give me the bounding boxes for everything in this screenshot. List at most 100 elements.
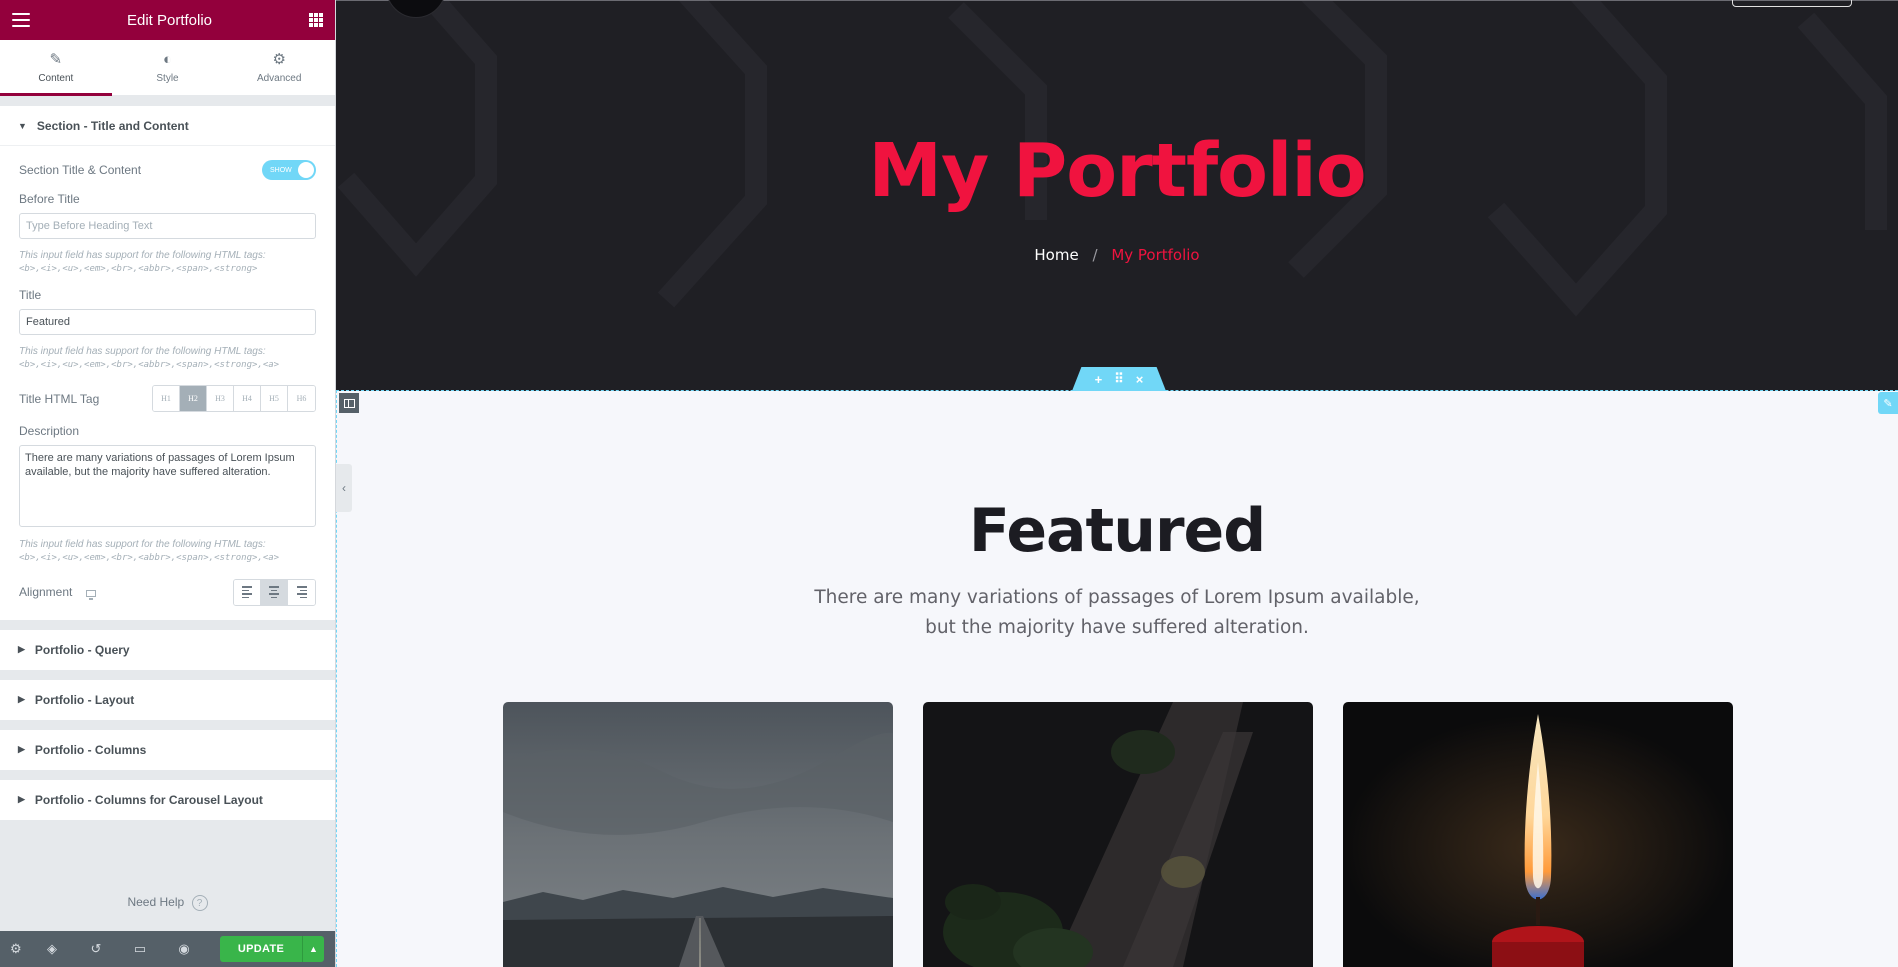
gear-icon: ⚙	[272, 51, 286, 68]
section-title-content-header[interactable]: ▼ Section - Title and Content	[0, 106, 335, 146]
html-tag-label: Title HTML Tag	[19, 391, 100, 406]
section-label: Portfolio - Columns	[34, 742, 147, 757]
toggle-state: SHOW	[270, 166, 292, 174]
need-help-link[interactable]: Need Help ?	[0, 894, 335, 911]
html-tag-h1[interactable]: H1	[153, 386, 180, 412]
plant-photo	[923, 702, 1313, 967]
responsive-icon[interactable]: ▭	[118, 941, 162, 957]
section-toggle[interactable]: SHOW	[262, 160, 316, 180]
gear-icon[interactable]: ⚙	[10, 941, 30, 957]
delete-section-button[interactable]: ×	[1136, 372, 1144, 387]
featured-title: Featured	[968, 496, 1266, 566]
hint-intro: This input field has support for the fol…	[19, 345, 266, 357]
section-portfolio-query[interactable]: ▶ Portfolio - Query	[0, 629, 335, 670]
section-label: Portfolio - Query	[34, 642, 130, 657]
html-tag-h5[interactable]: H5	[261, 386, 288, 412]
panel-footer: ⚙ ◈ ↺ ▭ ◉ UPDATE ▲	[0, 931, 335, 967]
layers-icon[interactable]: ◈	[30, 941, 74, 957]
alignment-row: Alignment	[19, 578, 316, 606]
align-right-button[interactable]	[288, 579, 315, 605]
panel-tabs: ✎ Content ◐ Style ⚙ Advanced	[0, 40, 335, 96]
html-tag-h6[interactable]: H6	[288, 386, 315, 412]
html-tag-h3[interactable]: H3	[207, 386, 234, 412]
breadcrumb-separator: /	[1092, 246, 1098, 264]
section-heading: Section - Title and Content	[36, 118, 189, 133]
section-portfolio-carousel-columns[interactable]: ▶ Portfolio - Columns for Carousel Layou…	[0, 779, 335, 820]
hint-intro: This input field has support for the fol…	[19, 250, 266, 261]
portfolio-card-candle-photo[interactable]	[1343, 702, 1733, 967]
featured-description-line2: but the majority have suffered alteratio…	[925, 617, 1309, 638]
section-outline-top	[336, 390, 1898, 391]
hero-top-border	[336, 0, 1898, 1]
app: Edit Portfolio ✎ Content ◐ Style ⚙ Advan…	[0, 0, 1898, 967]
alignment-group	[233, 578, 316, 606]
section-label: Portfolio - Columns for Carousel Layout	[34, 792, 263, 807]
tab-style-label: Style	[156, 73, 179, 84]
hint-intro: This input field has support for the fol…	[19, 539, 266, 551]
breadcrumb-current: My Portfolio	[1111, 246, 1200, 264]
breadcrumb-home-link[interactable]: Home	[1034, 246, 1078, 264]
update-button[interactable]: UPDATE	[220, 936, 302, 962]
alignment-label-wrap: Alignment	[19, 585, 96, 600]
grid-icon[interactable]	[308, 13, 323, 27]
section-portfolio-layout[interactable]: ▶ Portfolio - Layout	[0, 679, 335, 720]
section-label: Portfolio - Layout	[34, 692, 135, 707]
description-label: Description	[19, 424, 80, 439]
caret-right-icon: ▶	[18, 644, 25, 655]
hero-section: My Portfolio Home / My Portfolio	[336, 0, 1898, 391]
toggle-knob	[298, 162, 314, 178]
caret-right-icon: ▶	[18, 694, 25, 705]
edit-widget-pencil-icon[interactable]: ✎	[1878, 392, 1898, 414]
caret-right-icon: ▶	[18, 794, 25, 805]
before-title-label: Before Title	[19, 192, 80, 206]
hint-tags: <b>,<i>,<u>,<em>,<br>,<abbr>,<span>,<str…	[19, 264, 258, 274]
tab-content[interactable]: ✎ Content	[0, 40, 112, 96]
tab-content-label: Content	[38, 73, 74, 84]
html-tag-h4[interactable]: H4	[234, 386, 261, 412]
candle-photo	[1343, 702, 1733, 967]
featured-description: There are many variations of passages of…	[336, 583, 1898, 643]
drag-section-handle[interactable]: ⠿	[1114, 371, 1124, 387]
monitor-icon[interactable]	[85, 589, 96, 600]
section-title-content-body: Section Title & Content SHOW Before Titl…	[0, 146, 335, 620]
caret-right-icon: ▶	[18, 744, 25, 755]
hint-tags: <b>,<i>,<u>,<em>,<br>,<abbr>,<span>,<str…	[19, 553, 280, 564]
portfolio-card-road-photo[interactable]	[503, 702, 893, 967]
pencil-icon: ✎	[49, 51, 63, 68]
align-center-button[interactable]	[261, 579, 288, 605]
tab-style[interactable]: ◐ Style	[112, 40, 224, 95]
hero-title: My Portfolio	[868, 128, 1366, 214]
column-handle[interactable]	[339, 393, 359, 413]
hamburger-icon[interactable]	[12, 13, 30, 27]
question-icon: ?	[191, 895, 208, 911]
preview-canvas: My Portfolio Home / My Portfolio + ⠿ × ✎…	[336, 0, 1898, 967]
title-label: Title	[19, 287, 42, 302]
history-icon[interactable]: ↺	[74, 941, 118, 957]
section-handle: + ⠿ ×	[1072, 367, 1166, 391]
alignment-label: Alignment	[19, 585, 73, 600]
featured-description-line1: There are many variations of passages of…	[814, 587, 1420, 608]
need-help-label: Need Help	[127, 894, 185, 909]
panel-title: Edit Portfolio	[126, 11, 213, 29]
caret-down-icon: ▼	[18, 120, 27, 131]
tab-advanced[interactable]: ⚙ Advanced	[223, 40, 335, 95]
title-input[interactable]	[19, 308, 316, 335]
html-tag-group: H1 H2 H3 H4 H5 H6	[152, 385, 316, 413]
align-left-button[interactable]	[234, 579, 261, 605]
description-textarea[interactable]: There are many variations of passages of…	[19, 445, 316, 528]
chevron-up-icon[interactable]: ▲	[302, 936, 324, 962]
before-title-input[interactable]	[19, 213, 316, 239]
road-photo	[503, 702, 893, 967]
eye-icon[interactable]: ◉	[162, 941, 206, 957]
hint-tags: <b>,<i>,<u>,<em>,<br>,<abbr>,<span>,<str…	[19, 359, 280, 370]
header-button[interactable]	[1732, 0, 1852, 7]
toggle-label: Section Title & Content	[19, 163, 142, 177]
portfolio-card-plant-photo[interactable]	[923, 702, 1313, 967]
collapsed-sections: ▶ Portfolio - Query ▶ Portfolio - Layout…	[0, 629, 335, 820]
section-portfolio-columns[interactable]: ▶ Portfolio - Columns	[0, 729, 335, 770]
editor-panel: Edit Portfolio ✎ Content ◐ Style ⚙ Advan…	[0, 0, 336, 967]
html-tag-row: Title HTML Tag H1 H2 H3 H4 H5 H6	[19, 385, 316, 413]
half-circle-icon: ◐	[162, 51, 173, 68]
html-tag-h2[interactable]: H2	[180, 386, 207, 412]
add-section-button[interactable]: +	[1095, 372, 1103, 387]
